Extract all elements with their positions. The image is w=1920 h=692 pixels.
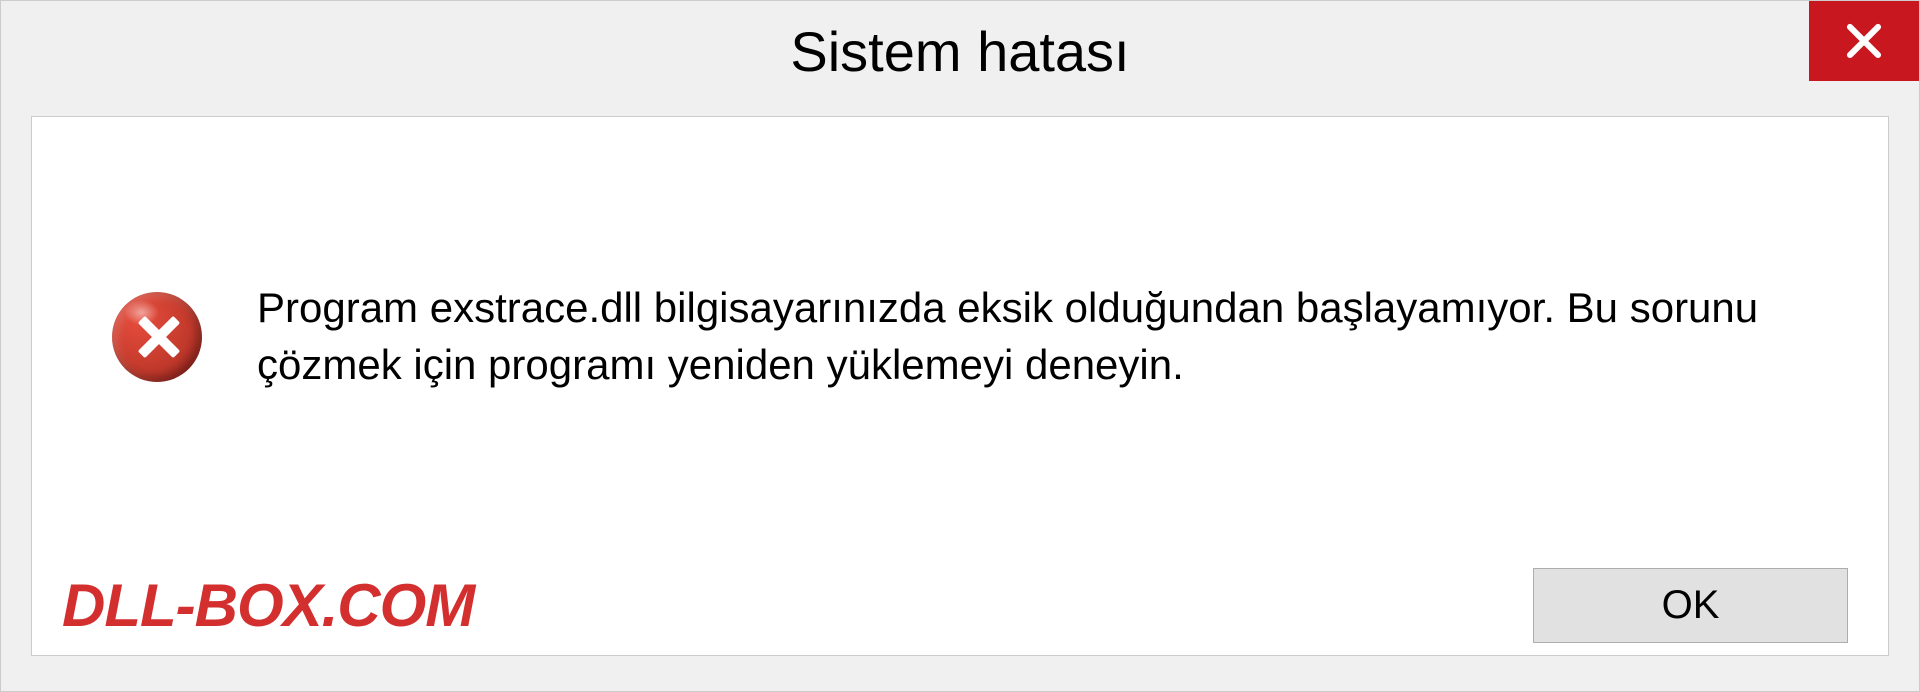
- ok-button[interactable]: OK: [1533, 568, 1848, 643]
- error-message: Program exstrace.dll bilgisayarınızda ek…: [257, 280, 1808, 393]
- close-icon: [1843, 20, 1885, 62]
- error-dialog: Sistem hatası Program exstrace.dll bilgi…: [0, 0, 1920, 692]
- watermark-text: DLL-BOX.COM: [62, 571, 474, 640]
- dialog-title: Sistem hatası: [790, 19, 1129, 84]
- content-area: Program exstrace.dll bilgisayarınızda ek…: [31, 116, 1889, 556]
- footer-area: DLL-BOX.COM OK: [31, 556, 1889, 656]
- close-button[interactable]: [1809, 1, 1919, 81]
- error-icon: [112, 292, 202, 382]
- titlebar: Sistem hatası: [1, 1, 1919, 101]
